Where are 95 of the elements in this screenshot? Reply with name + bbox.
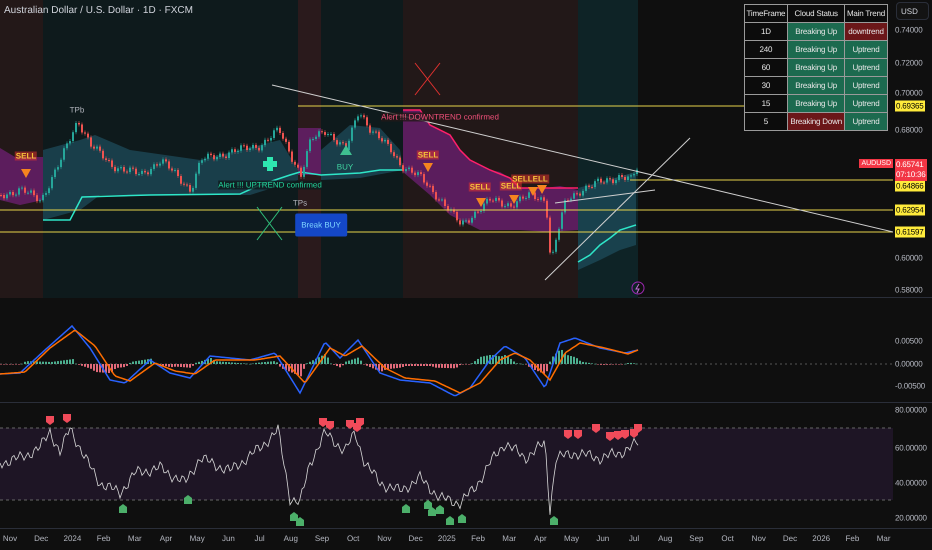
last-price-value: 0.65741 bbox=[896, 160, 925, 170]
time-axis-label: Dec bbox=[782, 534, 798, 544]
table-cell: Breaking Up bbox=[788, 76, 844, 94]
price-level-tag: 0.62954 bbox=[895, 204, 925, 216]
buy-signal-label: BUY bbox=[336, 162, 354, 172]
table-cell: Uptrend bbox=[844, 94, 888, 112]
time-axis-label: Apr bbox=[160, 534, 172, 544]
price-axis-label: 0.68000 bbox=[895, 126, 923, 134]
down-triangle-icon bbox=[476, 198, 486, 207]
table-cell: Uptrend bbox=[844, 76, 888, 94]
table-header-cell: TimeFrame bbox=[744, 4, 788, 22]
sell-signal-label: SELLELL bbox=[511, 174, 549, 184]
cross-icon bbox=[256, 206, 282, 240]
lightning-icon[interactable] bbox=[632, 282, 644, 294]
time-axis-label: 2025 bbox=[438, 534, 456, 544]
macd-axis-label: -0.00500 bbox=[895, 382, 925, 391]
price-axis-label: 0.60000 bbox=[895, 254, 923, 262]
table-cell: Breaking Down bbox=[788, 112, 844, 130]
time-axis-label: Sep bbox=[689, 534, 704, 544]
price-level-tag: 0.69365 bbox=[895, 100, 925, 112]
buy-marker-icon bbox=[119, 504, 127, 514]
price-level-tag: 0.64866 bbox=[895, 180, 925, 192]
price-axis-label: 0.72000 bbox=[895, 58, 923, 68]
break-buy-label: Break BUY bbox=[295, 214, 347, 236]
time-axis-label: Feb bbox=[471, 534, 485, 544]
cross-icon bbox=[414, 62, 440, 96]
alert-label: Alert !!! UPTREND confirmed bbox=[218, 180, 322, 190]
table-cell: Breaking Up bbox=[788, 40, 844, 58]
down-triangle-icon bbox=[21, 169, 31, 178]
rsi-axis-label: 40.00000 bbox=[895, 478, 927, 488]
time-axis-label: Jul bbox=[628, 534, 640, 544]
sell-marker-icon bbox=[592, 424, 600, 434]
time-axis-label: Sep bbox=[314, 534, 330, 544]
macd-axis-label: 0.00000 bbox=[895, 360, 923, 369]
up-triangle-icon bbox=[340, 145, 352, 155]
time-axis-label: Apr bbox=[534, 534, 547, 544]
sell-marker-icon bbox=[564, 430, 572, 440]
time-axis-label: May bbox=[190, 534, 205, 544]
price-axis-label: 0.58000 bbox=[895, 286, 923, 294]
rsi-axis-label: 80.00000 bbox=[895, 406, 927, 415]
time-axis-label: Oct bbox=[346, 534, 360, 544]
time-axis-label: May bbox=[564, 534, 580, 544]
time-axis-label: Mar bbox=[128, 534, 142, 544]
buy-marker-icon bbox=[446, 516, 454, 526]
time-axis-label: Nov bbox=[752, 534, 766, 544]
time-axis-label: Feb bbox=[96, 534, 110, 544]
alert-label: Alert !!! DOWNTREND confirmed bbox=[381, 112, 499, 122]
time-axis-label: Dec bbox=[34, 534, 48, 544]
time-axis-label: Oct bbox=[721, 534, 734, 544]
take-profit-label: TPb bbox=[70, 106, 84, 114]
table-cell: 5 bbox=[744, 112, 788, 130]
rsi-axis-label: 20.00000 bbox=[895, 514, 927, 523]
sell-signal-label: SELL bbox=[468, 182, 492, 192]
time-axis-label: Aug bbox=[658, 534, 672, 544]
buy-marker-icon bbox=[550, 516, 558, 526]
sell-marker-icon bbox=[574, 430, 582, 440]
time-axis-label: 2026 bbox=[812, 534, 830, 544]
time-axis-label: Mar bbox=[502, 534, 516, 544]
rsi-axis-label: 60.00000 bbox=[895, 444, 927, 453]
buy-marker-icon bbox=[458, 514, 466, 524]
table-cell: Uptrend bbox=[844, 58, 888, 76]
cloud-line bbox=[578, 224, 636, 263]
time-axis-label: Mar bbox=[876, 534, 890, 544]
countdown-timer: 07:10:36 bbox=[896, 170, 926, 180]
time-axis-label: Jul bbox=[254, 534, 265, 544]
price-level-tag: 0.61597 bbox=[895, 226, 925, 238]
sell-signal-label: SELL bbox=[14, 152, 38, 160]
chart-title: Australian Dollar / U.S. Dollar · 1D · FXCM bbox=[4, 5, 193, 16]
sell-marker-icon bbox=[63, 414, 71, 424]
buy-marker-icon bbox=[184, 495, 192, 504]
table-cell: downtrend bbox=[844, 22, 888, 40]
buy-marker-icon bbox=[402, 504, 410, 514]
table-cell: Uptrend bbox=[844, 40, 888, 58]
sell-signal-label: SELL bbox=[500, 182, 522, 190]
time-axis-label: Jun bbox=[596, 534, 610, 544]
time-axis-label: Dec bbox=[408, 534, 423, 544]
take-profit-label: TPs bbox=[292, 198, 308, 208]
time-axis-label: Aug bbox=[284, 534, 298, 544]
time-axis-label: Nov bbox=[377, 534, 392, 544]
time-axis-label: Nov bbox=[2, 534, 18, 544]
table-cell: Breaking Up bbox=[788, 58, 844, 76]
plus-icon bbox=[263, 157, 277, 171]
time-axis-label: Feb bbox=[846, 534, 860, 544]
table-cell: Uptrend bbox=[844, 112, 888, 130]
macd-axis-label: 0.00500 bbox=[895, 336, 923, 346]
sell-signal-label: SELL bbox=[416, 150, 440, 160]
time-axis-label: 2024 bbox=[64, 534, 82, 544]
currency-button[interactable]: USD bbox=[896, 2, 929, 20]
price-axis-label: 0.70000 bbox=[895, 88, 923, 98]
down-triangle-icon bbox=[423, 163, 433, 172]
table-cell: Breaking Up bbox=[788, 94, 844, 112]
table-cell: Breaking Up bbox=[788, 22, 844, 40]
sell-marker-icon bbox=[46, 416, 54, 426]
time-axis-label: Jun bbox=[222, 534, 235, 544]
price-axis-label: 0.74000 bbox=[895, 26, 923, 34]
